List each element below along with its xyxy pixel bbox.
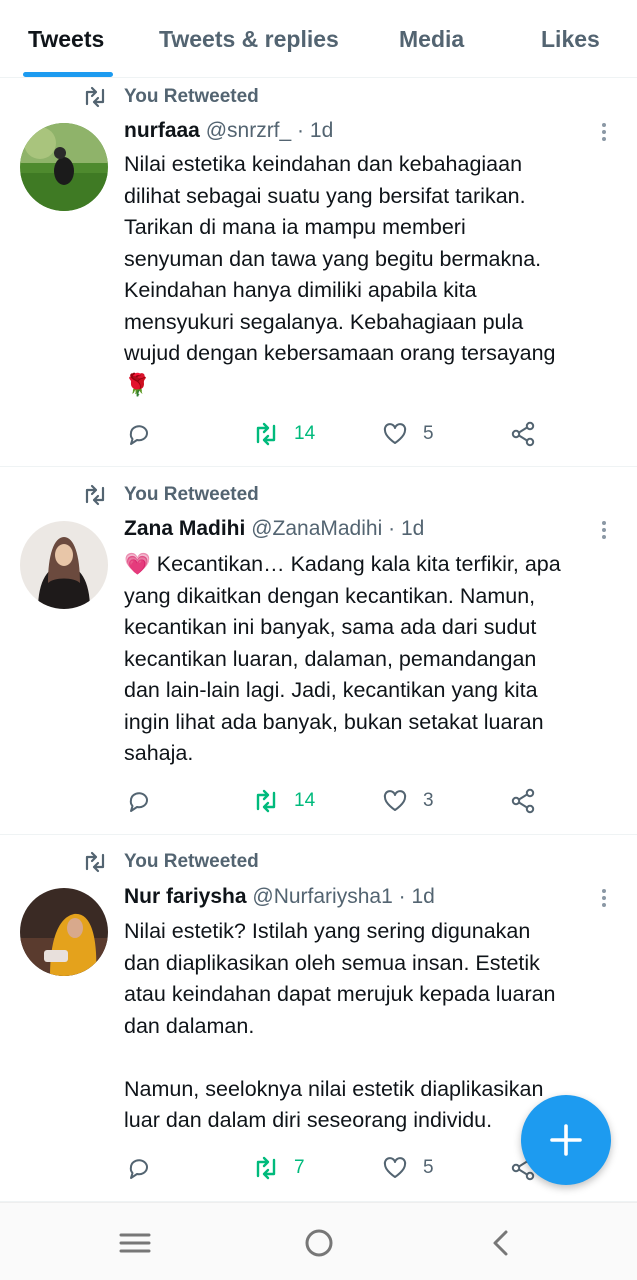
- tweet-actions: 14 5: [0, 419, 637, 449]
- like-count: 3: [423, 790, 434, 811]
- like-count: 5: [423, 1157, 434, 1178]
- tweet-time[interactable]: 1d: [401, 517, 424, 540]
- heart-icon: [383, 1157, 407, 1178]
- retweet-count: 14: [294, 423, 316, 444]
- plus-icon: [550, 1124, 582, 1156]
- more-vertical-icon[interactable]: [596, 517, 612, 545]
- like-button[interactable]: 5: [381, 1153, 434, 1183]
- more-vertical-icon[interactable]: [596, 119, 612, 147]
- tweet-text: Nilai estetika keindahan dan kebahagiaan…: [124, 152, 556, 397]
- tweet-header: Nur fariysha @Nurfariysha1 · 1d: [124, 885, 435, 908]
- reply-icon: [129, 425, 148, 445]
- reply-icon: [129, 792, 148, 812]
- tweet-header: Zana Madihi @ZanaMadihi · 1d: [124, 517, 425, 540]
- active-tab-indicator: [23, 72, 113, 77]
- author-handle[interactable]: @snrzrf_: [206, 119, 292, 142]
- share-icon: [511, 788, 535, 814]
- reply-icon: [129, 1159, 148, 1179]
- tweet-header: nurfaaa @snrzrf_ · 1d: [124, 119, 334, 142]
- more-vertical-icon[interactable]: [596, 885, 612, 913]
- retweet-count: 14: [294, 790, 316, 811]
- tab-media[interactable]: Media: [399, 26, 464, 53]
- retweet-button[interactable]: 14: [252, 419, 315, 449]
- tweet-time[interactable]: 1d: [411, 885, 434, 908]
- share-button[interactable]: [509, 419, 537, 449]
- retweeted-label: You Retweeted: [124, 484, 259, 505]
- retweeted-indicator: You Retweeted: [82, 85, 259, 109]
- author-handle[interactable]: @ZanaMadihi: [251, 517, 382, 540]
- retweet-icon: [256, 789, 276, 813]
- retweeted-label: You Retweeted: [124, 851, 259, 872]
- retweet-count: 7: [294, 1157, 305, 1178]
- tweet[interactable]: You Retweeted nurfaaa @snrzrf_ · 1d Nila…: [0, 79, 637, 467]
- tab-tweets-and-replies[interactable]: Tweets & replies: [159, 26, 339, 53]
- retweet-icon: [256, 1156, 276, 1180]
- author-name[interactable]: Zana Madihi: [124, 517, 245, 540]
- like-button[interactable]: 3: [381, 786, 434, 816]
- tab-tweets[interactable]: Tweets: [28, 26, 104, 53]
- avatar[interactable]: [20, 521, 108, 609]
- avatar[interactable]: [20, 123, 108, 211]
- tab-likes[interactable]: Likes: [541, 26, 600, 53]
- tweet-time[interactable]: 1d: [310, 119, 333, 142]
- compose-tweet-button[interactable]: [521, 1095, 611, 1185]
- heart-icon: [383, 790, 407, 811]
- heart-icon: [383, 423, 407, 444]
- author-name[interactable]: nurfaaa: [124, 119, 200, 142]
- share-icon: [511, 421, 535, 447]
- reply-button[interactable]: [125, 786, 153, 816]
- retweet-button[interactable]: 7: [252, 1153, 305, 1183]
- avatar[interactable]: [20, 888, 108, 976]
- like-button[interactable]: 5: [381, 419, 434, 449]
- retweet-icon: [85, 851, 105, 873]
- share-button[interactable]: [509, 786, 537, 816]
- back-icon[interactable]: [484, 1225, 520, 1261]
- retweet-icon: [85, 484, 105, 506]
- reply-button[interactable]: [125, 419, 153, 449]
- retweet-icon: [85, 86, 105, 108]
- retweeted-indicator: You Retweeted: [82, 483, 259, 507]
- system-navigation-bar: [0, 1202, 637, 1280]
- reply-button[interactable]: [125, 1153, 153, 1183]
- menu-icon[interactable]: [117, 1225, 153, 1261]
- retweet-icon: [256, 422, 276, 446]
- tweet-actions: 14 3: [0, 786, 637, 816]
- retweet-button[interactable]: 14: [252, 786, 315, 816]
- tweet[interactable]: You Retweeted Zana Madihi @ZanaMadihi · …: [0, 467, 637, 835]
- author-handle[interactable]: @Nurfariysha1: [252, 885, 392, 908]
- profile-tabs: Tweets Tweets & replies Media Likes: [0, 0, 637, 78]
- home-circle-icon[interactable]: [301, 1225, 337, 1261]
- tweet-text: 💗 Kecantikan… Kadang kala kita terfikir,…: [124, 552, 561, 765]
- retweeted-label: You Retweeted: [124, 86, 259, 107]
- like-count: 5: [423, 423, 434, 444]
- author-name[interactable]: Nur fariysha: [124, 885, 247, 908]
- retweeted-indicator: You Retweeted: [82, 850, 259, 874]
